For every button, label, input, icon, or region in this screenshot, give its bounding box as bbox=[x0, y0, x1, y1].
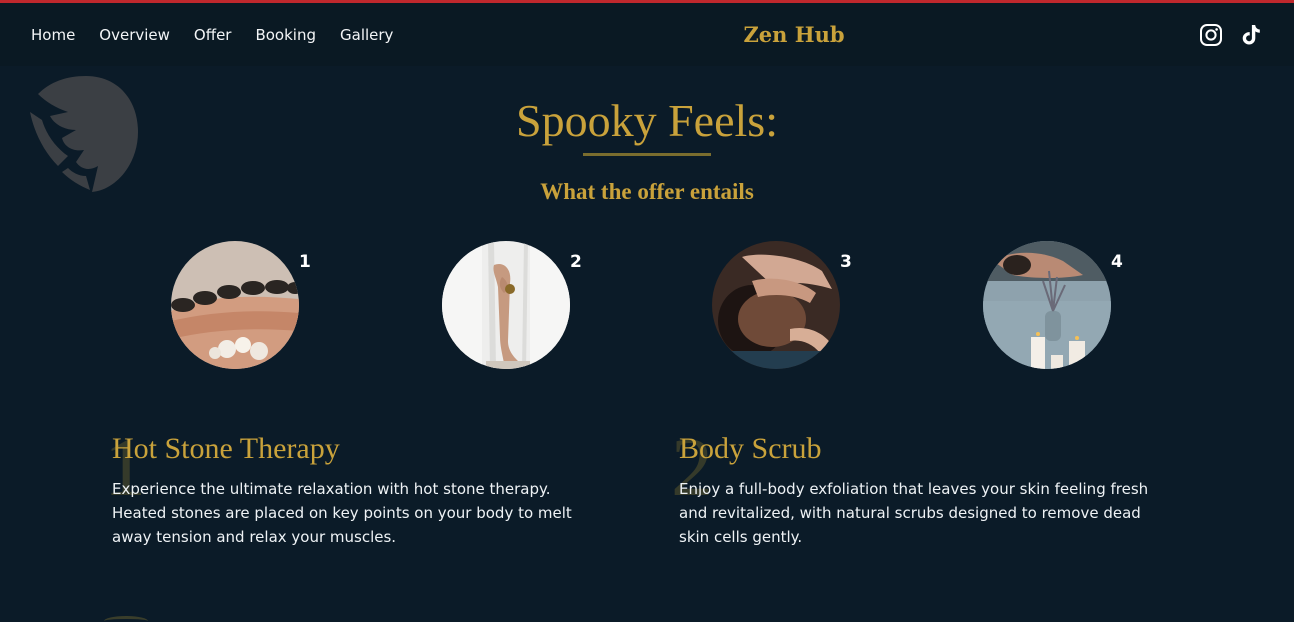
step-number: 1 bbox=[299, 252, 311, 272]
nav-link-offer[interactable]: Offer bbox=[194, 26, 232, 44]
section-subtitle: What the offer entails bbox=[540, 179, 754, 204]
service-title: Body Scrub bbox=[679, 432, 822, 465]
next-card-number-partial bbox=[104, 616, 148, 622]
brand-logo[interactable]: Zen Hub bbox=[743, 22, 844, 47]
hot-stones-image bbox=[171, 241, 299, 369]
nav-link-overview[interactable]: Overview bbox=[99, 26, 170, 44]
service-description: Experience the ultimate relaxation with … bbox=[112, 480, 572, 546]
nav-link-home[interactable]: Home bbox=[31, 26, 75, 44]
service-card-body-scrub: 2 Body Scrub Enjoy a full-body exfoliati… bbox=[671, 426, 1179, 549]
step-number: 2 bbox=[570, 252, 582, 272]
section-title: Spooky Feels: bbox=[516, 95, 778, 146]
offer-step-2: 2 bbox=[442, 240, 592, 370]
leg-curtain-image bbox=[442, 241, 570, 369]
service-card-hot-stone: 1 Hot Stone Therapy Experience the ultim… bbox=[104, 426, 612, 549]
nav-link-booking[interactable]: Booking bbox=[255, 26, 316, 44]
offer-step-1: 1 bbox=[171, 240, 321, 370]
navbar: Home Overview Offer Booking Gallery Zen … bbox=[0, 3, 1294, 66]
offer-step-4: 4 bbox=[983, 240, 1133, 370]
tiktok-icon[interactable] bbox=[1239, 23, 1263, 47]
next-card-title-partial bbox=[680, 614, 790, 622]
spa-candles-image bbox=[983, 241, 1111, 369]
step-number: 4 bbox=[1111, 252, 1123, 272]
nav-link-gallery[interactable]: Gallery bbox=[340, 26, 393, 44]
title-underline bbox=[583, 153, 711, 156]
service-description: Enjoy a full-body exfoliation that leave… bbox=[679, 480, 1149, 546]
step-number: 3 bbox=[840, 252, 852, 272]
instagram-icon[interactable] bbox=[1199, 23, 1223, 47]
offer-step-3: 3 bbox=[712, 240, 862, 370]
facial-massage-image bbox=[712, 241, 840, 369]
service-title: Hot Stone Therapy bbox=[112, 432, 340, 465]
nav-links: Home Overview Offer Booking Gallery bbox=[31, 3, 393, 66]
social-links bbox=[1199, 3, 1263, 66]
